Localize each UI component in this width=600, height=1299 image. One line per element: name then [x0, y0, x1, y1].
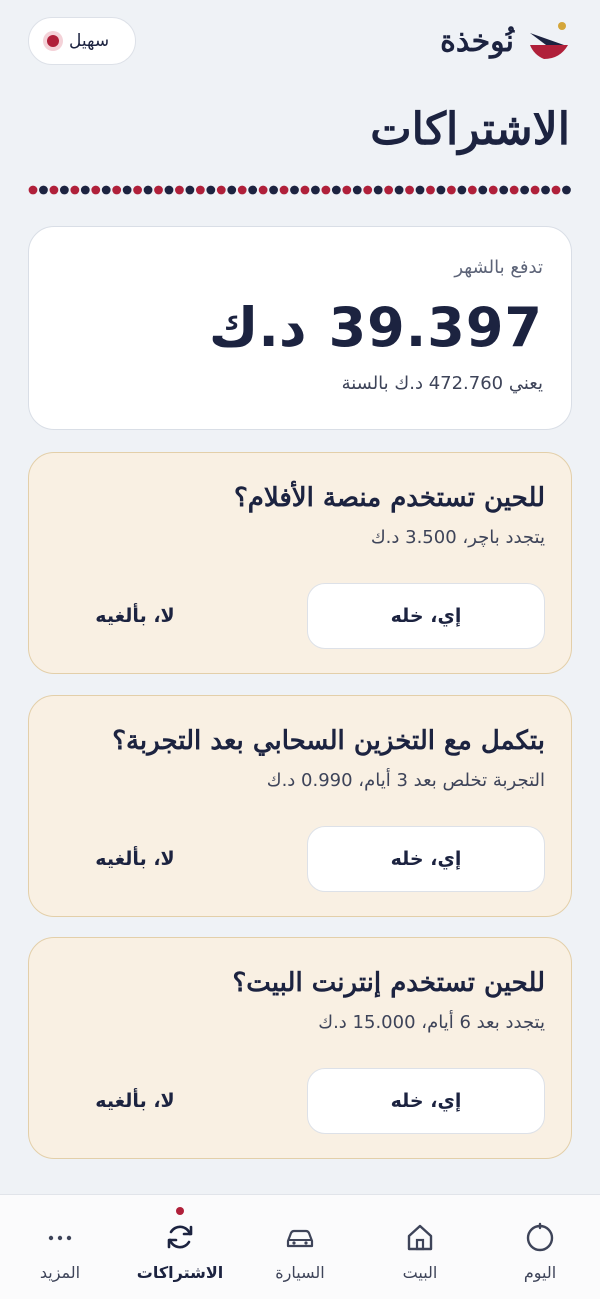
subscription-actions: إي، خله لا، بألغيه [55, 1068, 545, 1134]
summary-amount: 39.397 د.ك [57, 296, 543, 359]
subscription-actions: إي، خله لا، بألغيه [55, 583, 545, 649]
nav-item-today[interactable]: اليوم [480, 1195, 600, 1299]
nav-label: اليوم [523, 1263, 557, 1282]
nav-item-home[interactable]: البيت [360, 1195, 480, 1299]
cancel-link[interactable]: لا، بألغيه [55, 1090, 215, 1112]
subscription-detail: التجربة تخلص بعد 3 أيام، 0.990 د.ك [266, 770, 545, 791]
summary-label: تدفع بالشهر [454, 257, 543, 278]
user-name: سهيل [69, 31, 110, 51]
nav-item-subscriptions[interactable]: الاشتراكات [120, 1195, 240, 1299]
subscription-card: للحين تستخدم إنترنت البيت؟ يتجدد بعد 6 أ… [28, 937, 572, 1159]
app-header: سهيل نُوخذة [28, 16, 572, 66]
nav-item-car[interactable]: السيارة [240, 1195, 360, 1299]
refresh-icon [167, 1225, 193, 1249]
summary-currency: د.ك [208, 296, 307, 359]
page-title: الاشتراكات [370, 104, 570, 155]
brand-name: نُوخذة [440, 23, 514, 59]
cancel-link[interactable]: لا، بألغيه [55, 605, 215, 627]
subscription-question: للحين تستخدم إنترنت البيت؟ [232, 968, 546, 998]
summary-yearly: يعني 472.760 د.ك بالسنة [341, 373, 543, 394]
subscription-question: للحين تستخدم منصة الأفلام؟ [233, 483, 545, 513]
bead-divider [28, 185, 571, 195]
keep-button[interactable]: إي، خله [307, 826, 545, 892]
dhow-logo-icon [530, 22, 568, 59]
subscription-detail: يتجدد باچر، 3.500 د.ك [370, 527, 545, 548]
subscription-actions: إي، خله لا، بألغيه [55, 826, 545, 892]
subscription-question: بتكمل مع التخزين السحابي بعد التجربة؟ [112, 726, 545, 756]
circle-icon [526, 1222, 554, 1252]
nav-label: السيارة [275, 1263, 325, 1282]
user-status-dot [47, 35, 59, 47]
subscription-card: للحين تستخدم منصة الأفلام؟ يتجدد باچر، 3… [28, 452, 572, 674]
nav-label: المزيد [39, 1263, 81, 1282]
summary-amount-value: 39.397 [328, 296, 543, 359]
home-icon [407, 1224, 433, 1251]
keep-button[interactable]: إي، خله [307, 1068, 545, 1134]
brand: نُوخذة [440, 19, 572, 63]
subscription-card: بتكمل مع التخزين السحابي بعد التجربة؟ ال… [28, 695, 572, 917]
keep-button[interactable]: إي، خله [307, 583, 545, 649]
car-icon [286, 1229, 314, 1248]
user-chip[interactable]: سهيل [28, 17, 137, 65]
subscription-detail: يتجدد بعد 6 أيام، 15.000 د.ك [318, 1012, 545, 1033]
bottom-nav: اليوم البيت السيارة الاشتراكات المزيد [0, 1194, 600, 1299]
nav-label: الاشتراكات [136, 1263, 224, 1282]
more-icon [48, 1235, 72, 1241]
nav-item-more[interactable]: المزيد [0, 1195, 120, 1299]
nav-label: البيت [402, 1263, 438, 1282]
monthly-summary-card: تدفع بالشهر 39.397 د.ك يعني 472.760 د.ك … [28, 226, 572, 430]
active-indicator-dot [176, 1207, 184, 1215]
cancel-link[interactable]: لا، بألغيه [55, 848, 215, 870]
